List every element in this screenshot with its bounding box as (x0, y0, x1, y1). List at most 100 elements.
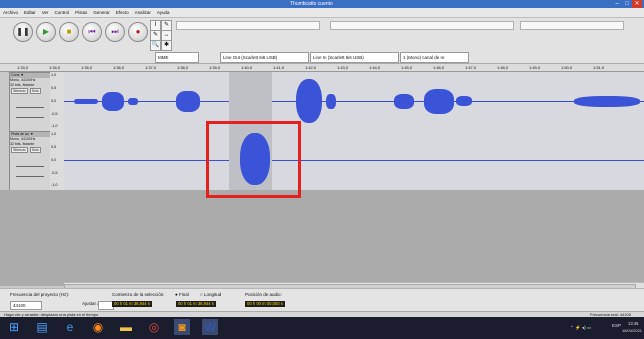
waveform-track-1[interactable] (64, 72, 644, 131)
pencil-icon: ✎ (152, 32, 159, 38)
solo-button[interactable]: Solo (29, 147, 41, 153)
ruler-tick: 1:39,0 (209, 65, 221, 70)
ruler-tick: 1:44,0 (369, 65, 381, 70)
ruler-tick: 1:40,0 (241, 65, 253, 70)
ruler-tick: 1:37,0 (145, 65, 157, 70)
recording-meter[interactable] (330, 21, 514, 30)
empty-track-area[interactable] (0, 190, 644, 286)
audio-position-label: Posición de audio: (245, 292, 282, 297)
pause-icon: ❚❚ (16, 27, 30, 36)
toolbar: ❚❚ ▶ ■ ⏮ ⏭ ● I ✎ ✎ ↔ 🔍 ✱ MME Line Out (S… (0, 18, 644, 64)
menu-archivo[interactable]: Archivo (0, 8, 21, 18)
tray-icons[interactable]: ⌃ ⚡ ◂) ▭ (570, 325, 591, 331)
skip-start-button[interactable]: ⏮ (82, 22, 102, 42)
menu-bar: Archivo Editar Ver Control Pistas Generar Efec… (0, 8, 644, 18)
skip-end-button[interactable]: ⏭ (105, 22, 125, 42)
cursor-icon: I (154, 22, 157, 28)
ruler-tick: 1:35,0 (81, 65, 93, 70)
firefox-icon[interactable]: ◉ (90, 319, 106, 335)
menu-pistas[interactable]: Pistas (72, 8, 90, 18)
track-control-panel[interactable]: Cons ▼ Mono, 44100Hz 32 bits, flotante S… (9, 72, 52, 133)
ruler-tick: 1:34,0 (49, 65, 61, 70)
menu-analizar[interactable]: Analizar (132, 8, 154, 18)
ruler-tick: 1:48,0 (497, 65, 509, 70)
clock-time[interactable]: 13:45 (628, 321, 638, 326)
length-radio[interactable]: ○ Longitud (200, 292, 221, 297)
clock-date[interactable]: 18/04/2021 (622, 328, 642, 333)
play-at-speed[interactable] (520, 21, 624, 30)
solo-button[interactable]: Solo (29, 88, 41, 94)
menu-ayuda[interactable]: Ayuda (154, 8, 173, 18)
menu-efecto[interactable]: Efecto (113, 8, 132, 18)
audacity-icon[interactable]: ◙ (174, 319, 190, 335)
mute-button[interactable]: Silencio (11, 88, 28, 94)
waveform-track-2[interactable] (64, 131, 644, 190)
audio-position-time[interactable]: 00 h 00 m 00,000 s (245, 301, 285, 307)
ruler-tick: 1:33,0 (17, 65, 29, 70)
files-icon[interactable]: ▬ (118, 319, 134, 335)
highlight-box (206, 121, 301, 198)
playback-meter[interactable] (176, 21, 320, 30)
gain-slider[interactable] (16, 107, 44, 108)
ruler-tick: 1:49,0 (529, 65, 541, 70)
play-button[interactable]: ▶ (36, 22, 56, 42)
word-icon[interactable]: W (202, 319, 218, 335)
record-icon: ● (135, 27, 141, 36)
ruler-tick: 1:43,0 (337, 65, 349, 70)
maximize-button[interactable]: □ (622, 0, 632, 8)
channels-select[interactable]: 1 (Mono) canal de re (400, 52, 469, 63)
ruler-tick: 1:38,0 (177, 65, 189, 70)
playback-device-select[interactable]: Line Out (Scarlett 6i6 USB) (220, 52, 309, 63)
skip-end-icon: ⏭ (111, 27, 119, 36)
pan-slider[interactable] (16, 117, 44, 118)
language-indicator[interactable]: ESP (612, 323, 621, 328)
track-control-panel[interactable]: Pista de au ▼ Mono, 44100Hz 32 bits, flo… (9, 131, 52, 192)
end-radio[interactable]: ● Final (175, 292, 189, 297)
stop-icon: ■ (66, 27, 72, 36)
vertical-scale: 1,0 0,5 0,0 -0,5 -1,0 (50, 131, 65, 190)
ruler-tick: 1:47,0 (465, 65, 477, 70)
ruler-tick: 1:36,0 (113, 65, 125, 70)
project-rate-label: Frecuencia del proyecto (Hz): (10, 292, 70, 297)
selection-end-time[interactable]: 00 h 01 m 38,944 s (176, 301, 216, 307)
envelope-icon: ✎ (163, 22, 170, 28)
minimize-button[interactable]: – (612, 0, 622, 8)
stop-button[interactable]: ■ (59, 22, 79, 42)
multi-tool-icon: ✱ (163, 42, 170, 48)
ie-icon[interactable]: e (62, 319, 78, 335)
timeline-ruler[interactable]: 1:33,0 1:34,0 1:35,0 1:36,0 1:37,0 1:38,… (0, 64, 644, 72)
title-bar: Thumbcatto cuento – □ ✕ (0, 0, 644, 8)
selection-start-time[interactable]: 00 h 01 m 38,944 s (112, 301, 152, 307)
menu-editar[interactable]: Editar (21, 8, 39, 18)
menu-generar[interactable]: Generar (90, 8, 113, 18)
record-button[interactable]: ● (128, 22, 148, 42)
window-title: Thumbcatto cuento (290, 1, 333, 7)
windows-icon[interactable]: ⊞ (6, 319, 22, 335)
skip-start-icon: ⏮ (88, 27, 96, 36)
project-rate-select[interactable]: 44100 (10, 301, 42, 310)
selection-start-label: Comienzo de la selección: (112, 292, 165, 297)
multi-tool[interactable]: ✱ (161, 40, 172, 51)
mute-button[interactable]: Silencio (11, 147, 28, 153)
ruler-tick: 1:41,0 (273, 65, 285, 70)
chrome-icon[interactable]: ◎ (146, 319, 162, 335)
menu-control[interactable]: Control (52, 8, 73, 18)
ruler-tick: 1:46,0 (433, 65, 445, 70)
host-select[interactable]: MME (155, 52, 199, 63)
play-icon: ▶ (42, 27, 50, 36)
timeshift-icon: ↔ (163, 32, 170, 38)
ruler-tick: 1:50,0 (561, 65, 573, 70)
gain-slider[interactable] (16, 166, 44, 167)
taskbar: ⊞ ▤ e ◉ ▬ ◎ ◙ W ⌃ ⚡ ◂) ▭ ESP 13:45 18/04… (0, 317, 644, 339)
selection-toolbar: Frecuencia del proyecto (Hz): 44100 Ajus… (0, 288, 644, 311)
pan-slider[interactable] (16, 176, 44, 177)
task-view-icon[interactable]: ▤ (34, 319, 50, 335)
ruler-tick: 1:45,0 (401, 65, 413, 70)
ruler-tick: 1:42,0 (305, 65, 317, 70)
zoom-icon: 🔍 (151, 42, 160, 48)
zoom-tool[interactable]: 🔍 (150, 40, 161, 51)
close-button[interactable]: ✕ (632, 0, 642, 8)
pause-button[interactable]: ❚❚ (13, 22, 33, 42)
recording-device-select[interactable]: Line In (Scarlett 6i6 USB) (310, 52, 399, 63)
menu-ver[interactable]: Ver (39, 8, 52, 18)
